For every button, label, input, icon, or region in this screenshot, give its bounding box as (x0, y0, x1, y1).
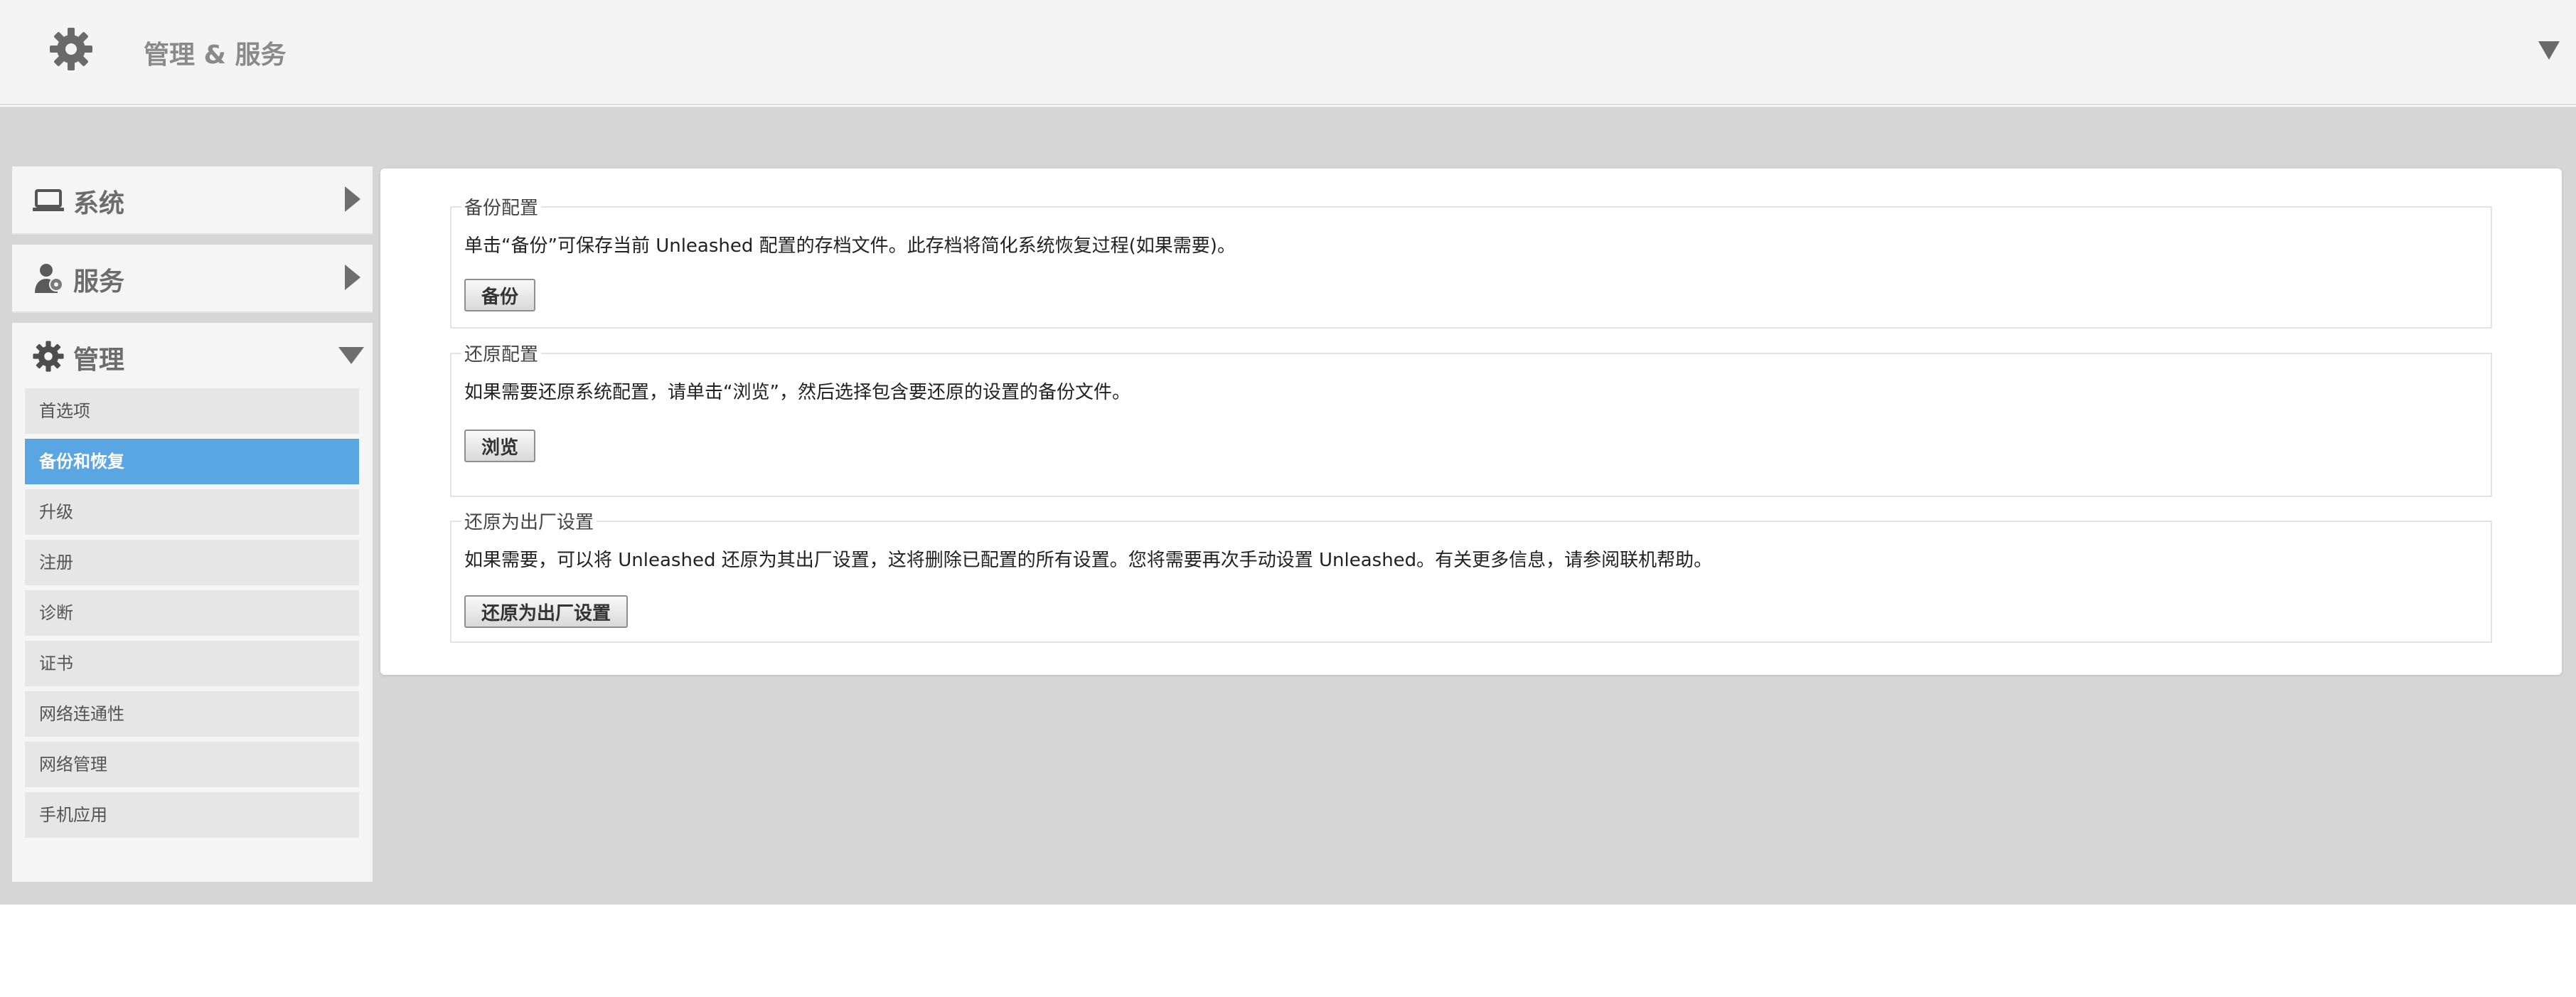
sidebar-item-preferences[interactable]: 首选项 (25, 388, 359, 434)
factory-reset-fieldset: 还原为出厂设置 如果需要，可以将 Unleashed 还原为其出厂设置，这将删除… (450, 508, 2492, 643)
restore-fieldset: 还原配置 如果需要还原系统配置，请单击“浏览”，然后选择包含要还原的设置的备份文… (450, 340, 2492, 497)
sidebar-section-label: 服务 (73, 267, 125, 297)
restore-description: 如果需要还原系统配置，请单击“浏览”，然后选择包含要还原的设置的备份文件。 (464, 382, 1131, 403)
backup-legend: 备份配置 (461, 193, 542, 220)
sidebar-section-services[interactable]: 服务 (12, 245, 373, 313)
sidebar-section-admin: 管理 首选项 备份和恢复 升级 注册 诊断 证书 网络连通性 网络管理 手机应用 (12, 323, 373, 882)
factory-reset-button[interactable]: 还原为出厂设置 (464, 595, 629, 628)
sidebar-section-system[interactable]: 系统 (12, 166, 373, 235)
chevron-down-icon[interactable] (2537, 40, 2561, 61)
sidebar-section-label: 系统 (73, 189, 125, 218)
backup-description: 单击“备份”可保存当前 Unleashed 配置的存档文件。此存档将简化系统恢复… (464, 235, 1236, 257)
sidebar-section-label: 管理 (73, 346, 125, 375)
factory-reset-legend: 还原为出厂设置 (461, 508, 597, 534)
restore-legend: 还原配置 (461, 340, 542, 366)
chevron-right-icon[interactable] (343, 263, 362, 292)
page-title: 管理 & 服务 (144, 41, 287, 70)
chevron-down-icon[interactable] (337, 346, 365, 366)
sidebar-item-certificate[interactable]: 证书 (25, 641, 359, 686)
backup-button[interactable]: 备份 (464, 279, 536, 311)
main-panel: 备份配置 单击“备份”可保存当前 Unleashed 配置的存档文件。此存档将简… (380, 169, 2562, 675)
services-icon (35, 264, 63, 293)
sidebar-item-backup-restore[interactable]: 备份和恢复 (25, 439, 359, 484)
laptop-icon (33, 189, 64, 211)
top-header: 管理 & 服务 (0, 0, 2576, 105)
gear-icon (50, 28, 92, 70)
sidebar-item-registration[interactable]: 注册 (25, 540, 359, 585)
chevron-right-icon[interactable] (343, 185, 362, 213)
sidebar-item-diagnostics[interactable]: 诊断 (25, 590, 359, 636)
factory-reset-description: 如果需要，可以将 Unleashed 还原为其出厂设置，这将删除已配置的所有设置… (464, 550, 1713, 571)
sidebar-item-network-management[interactable]: 网络管理 (25, 742, 359, 787)
backup-fieldset: 备份配置 单击“备份”可保存当前 Unleashed 配置的存档文件。此存档将简… (450, 193, 2492, 329)
sidebar-section-admin-header[interactable]: 管理 (12, 323, 373, 390)
gear-icon (33, 341, 64, 372)
sidebar-item-upgrade[interactable]: 升级 (25, 489, 359, 535)
browse-button[interactable]: 浏览 (464, 430, 536, 462)
sidebar-item-mobile-app[interactable]: 手机应用 (25, 792, 359, 838)
sidebar-item-connectivity[interactable]: 网络连通性 (25, 691, 359, 737)
